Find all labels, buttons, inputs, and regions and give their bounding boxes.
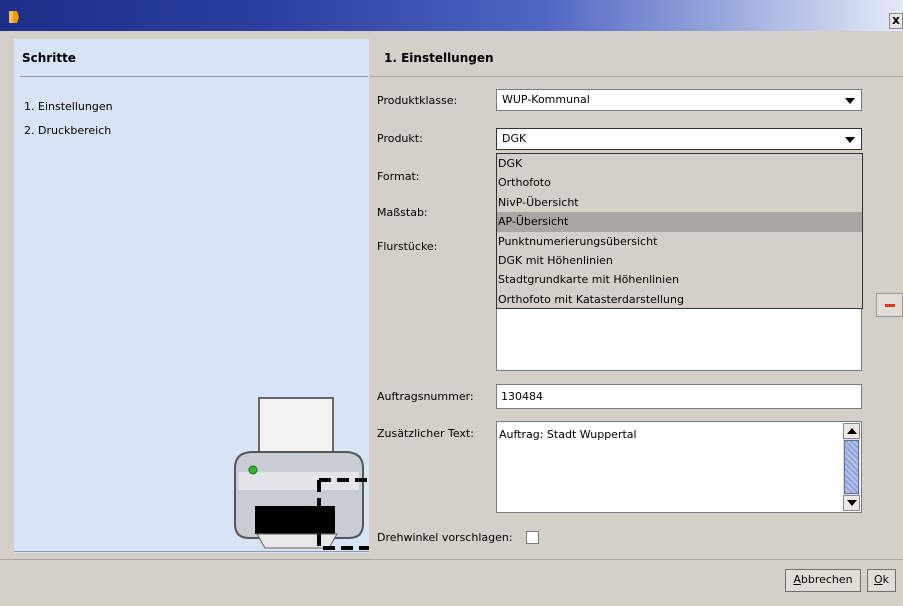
zusatztext-value: Auftrag: Stadt Wuppertal — [499, 428, 637, 441]
zusatztext-textarea[interactable]: Auftrag: Stadt Wuppertal — [496, 421, 862, 513]
printer-icon — [234, 397, 369, 550]
steps-panel: Schritte 1. Einstellungen 2. Druckbereic… — [14, 39, 369, 553]
divider — [20, 76, 368, 77]
title-bar: x — [0, 0, 903, 31]
steps-title: Schritte — [22, 51, 76, 65]
step-druckbereich[interactable]: 2. Druckbereich — [24, 124, 111, 137]
produktklasse-select[interactable]: WUP-Kommunal — [496, 89, 862, 111]
auftragsnummer-field[interactable]: 130484 — [496, 384, 862, 409]
divider — [14, 551, 369, 552]
divider — [370, 76, 903, 77]
wizard-window: Schritte 1. Einstellungen 2. Druckbereic… — [0, 31, 903, 606]
massstab-label: Maßstab: — [377, 206, 428, 219]
drehwinkel-checkbox[interactable] — [526, 531, 539, 544]
format-label: Format: — [377, 170, 420, 183]
cancel-label: bbrechen — [800, 573, 853, 586]
produkt-dropdown-list[interactable]: DGK Orthofoto NivP-Übersicht AP-Übersich… — [496, 153, 863, 309]
produkt-select[interactable]: DGK — [496, 128, 862, 150]
dropdown-option-highlighted[interactable]: AP-Übersicht — [497, 212, 862, 232]
close-icon[interactable]: x — [889, 13, 903, 29]
dropdown-option[interactable]: DGK — [497, 154, 862, 173]
ok-label: k — [882, 573, 890, 586]
minus-icon — [885, 304, 895, 307]
mnemonic: O — [873, 573, 883, 586]
produkt-value: DGK — [502, 132, 527, 145]
produkt-label: Produkt: — [377, 132, 423, 145]
flurstuecke-label: Flurstücke: — [377, 240, 438, 253]
dropdown-option[interactable]: Orthofoto mit Katasterdarstellung — [497, 290, 862, 309]
scroll-thumb[interactable] — [844, 440, 859, 494]
dropdown-option[interactable]: Stadtgrundkarte mit Höhenlinien — [497, 270, 862, 289]
cancel-button[interactable]: Abbrechen — [785, 569, 861, 592]
ok-button[interactable]: Ok — [867, 569, 896, 592]
flurstuecke-list[interactable] — [496, 303, 862, 371]
mnemonic: A — [793, 573, 801, 586]
scroll-down-icon[interactable] — [843, 495, 860, 511]
zusatztext-label: Zusätzlicher Text: — [377, 427, 474, 440]
chevron-down-icon[interactable] — [845, 137, 855, 143]
remove-button[interactable] — [876, 293, 903, 317]
divider — [0, 559, 903, 560]
chevron-down-icon[interactable] — [845, 98, 855, 104]
dropdown-option[interactable]: NivP-Übersicht — [497, 193, 862, 212]
dropdown-option[interactable]: Punktnumerierungsübersicht — [497, 232, 862, 251]
drehwinkel-label: Drehwinkel vorschlagen: — [377, 531, 513, 544]
app-icon — [9, 11, 19, 23]
produktklasse-value: WUP-Kommunal — [502, 93, 590, 106]
scroll-up-icon[interactable] — [843, 423, 860, 439]
produktklasse-label: Produktklasse: — [377, 94, 458, 107]
dropdown-option[interactable]: DGK mit Höhenlinien — [497, 251, 862, 270]
scrollbar[interactable] — [843, 423, 860, 511]
page-title: 1. Einstellungen — [384, 51, 494, 65]
dropdown-option[interactable]: Orthofoto — [497, 173, 862, 192]
auftragsnummer-label: Auftragsnummer: — [377, 390, 474, 403]
step-einstellungen[interactable]: 1. Einstellungen — [24, 100, 113, 113]
